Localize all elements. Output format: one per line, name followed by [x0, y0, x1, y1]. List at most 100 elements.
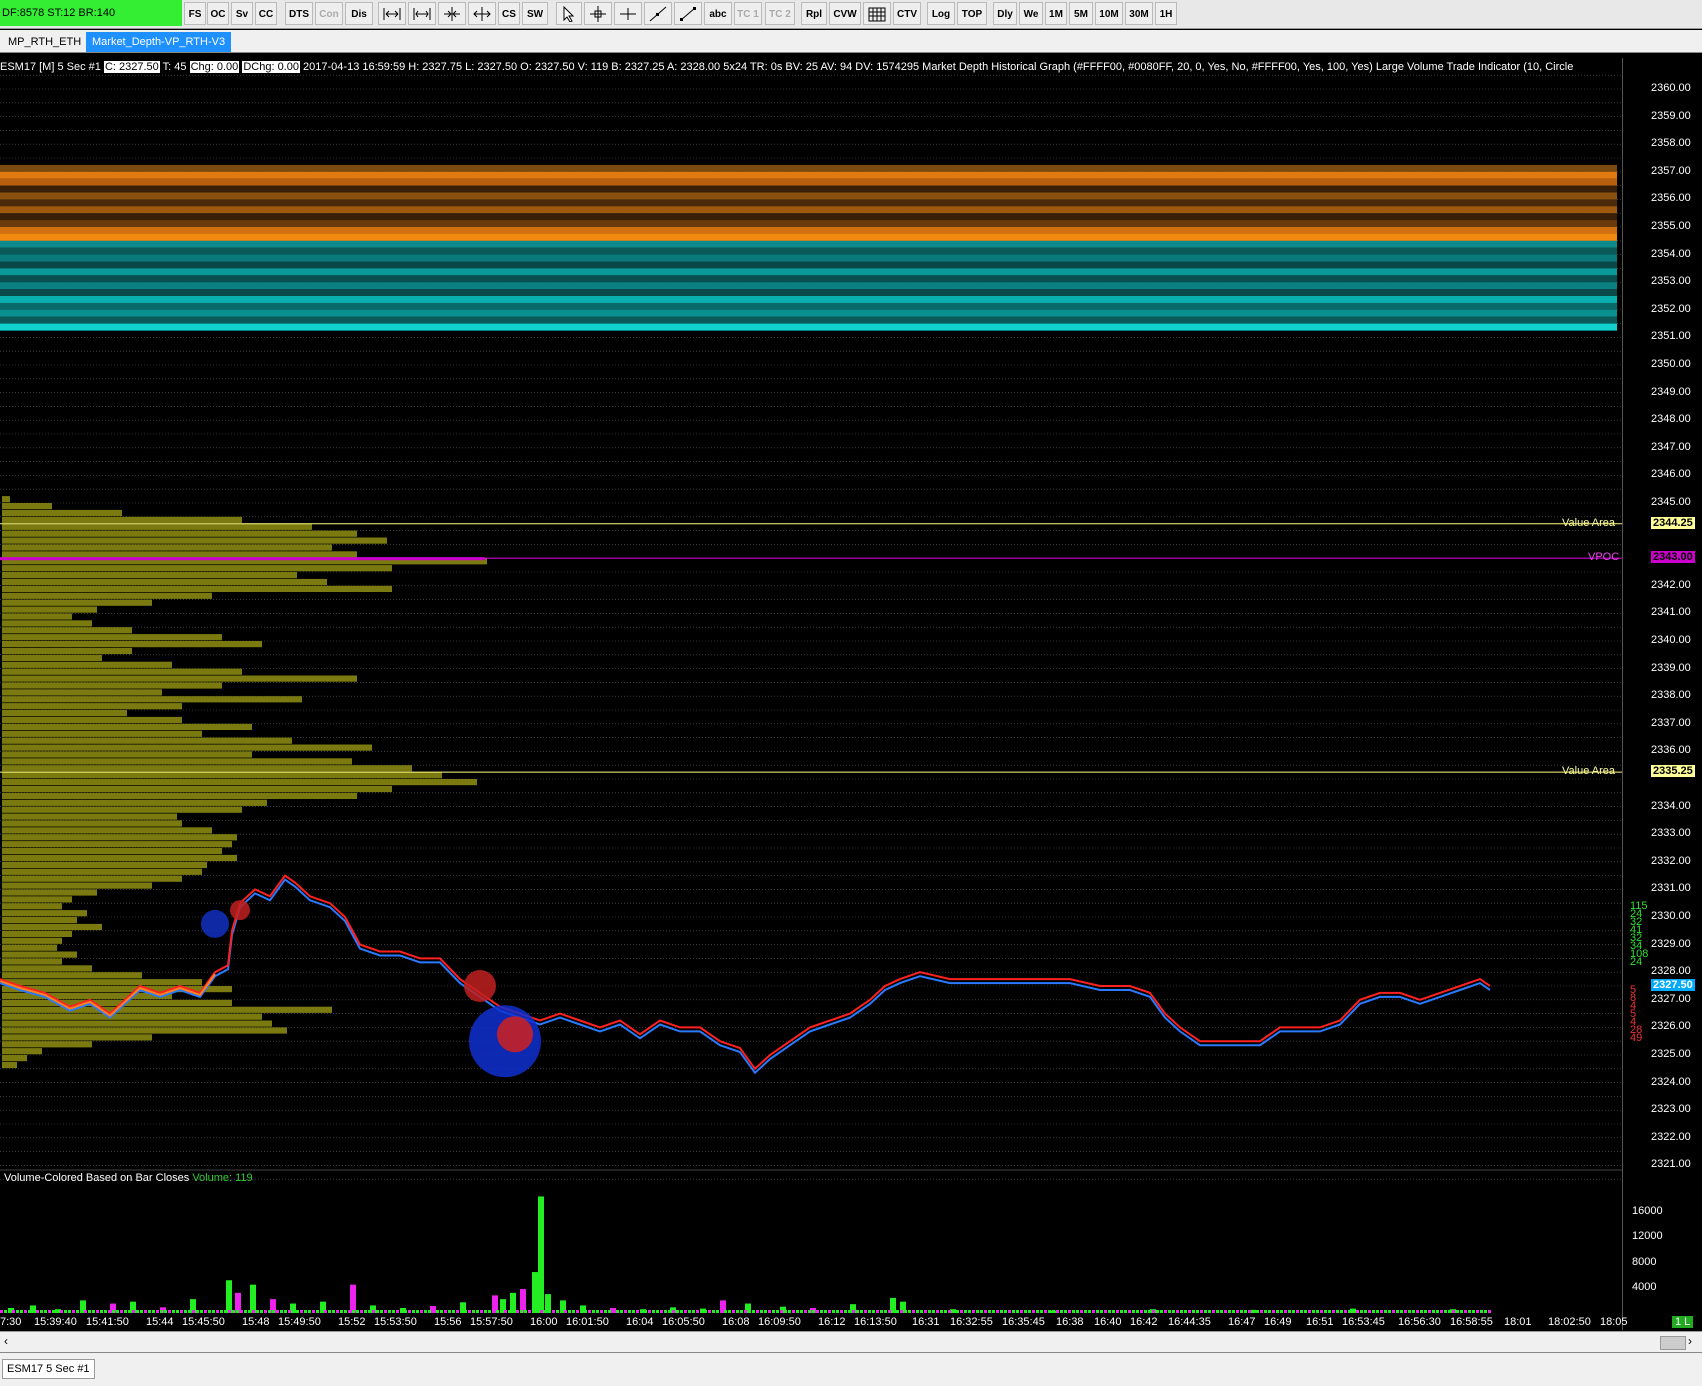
volume-bar	[1136, 1310, 1139, 1313]
volume-profile-bar	[2, 848, 222, 855]
volume-bar	[796, 1310, 799, 1313]
volume-bar	[724, 1310, 727, 1313]
daily-button[interactable]: Dly	[993, 2, 1017, 25]
crosshair-icon[interactable]	[584, 2, 612, 25]
depth-heat-band	[0, 220, 1617, 228]
volume-bar	[952, 1310, 955, 1313]
volume-bar	[88, 1310, 91, 1313]
30m-button[interactable]: 30M	[1125, 2, 1153, 25]
volume-bar	[538, 1196, 544, 1313]
volume-bar	[456, 1310, 459, 1313]
tab-esm17-chart[interactable]: ESM17 5 Sec #1	[2, 1359, 95, 1379]
volume-profile-bar	[2, 937, 62, 944]
1h-button[interactable]: 1H	[1155, 2, 1177, 25]
header-details: 2017-04-13 16:59:59 H: 2327.75 L: 2327.5…	[303, 61, 1574, 73]
pointer-icon[interactable]	[556, 2, 582, 25]
volume-bar	[816, 1310, 819, 1313]
time-tick-label: 16:51	[1306, 1316, 1334, 1328]
tab-mp-rth-eth[interactable]: MP_RTH_ETH	[2, 32, 87, 52]
volume-bar	[812, 1310, 815, 1313]
sv-button[interactable]: Sv	[231, 2, 253, 25]
volume-bar	[1336, 1310, 1339, 1313]
volume-bar	[340, 1310, 343, 1313]
rpl-button[interactable]: Rpl	[801, 2, 827, 25]
volume-bar	[1464, 1310, 1467, 1313]
zoom-out-icon[interactable]	[378, 2, 406, 25]
volume-bar	[1244, 1310, 1247, 1313]
volume-bar	[352, 1310, 355, 1313]
oc-button[interactable]: OC	[207, 2, 229, 25]
10m-button[interactable]: 10M	[1095, 2, 1123, 25]
volume-bar	[136, 1310, 139, 1313]
scroll-left-icon[interactable]: ‹	[4, 1334, 8, 1348]
horizontal-scrollbar[interactable]: ‹ ›	[0, 1331, 1702, 1352]
line-icon[interactable]	[674, 2, 702, 25]
volume-bar	[380, 1310, 383, 1313]
volume-profile-bar	[2, 889, 97, 896]
weekly-button[interactable]: We	[1019, 2, 1043, 25]
zoom-in-icon[interactable]	[408, 2, 436, 25]
volume-bar	[504, 1310, 507, 1313]
dis-button[interactable]: Dis	[345, 2, 373, 25]
con-button[interactable]: Con	[315, 2, 343, 25]
scroll-right-icon[interactable]: ›	[1688, 1334, 1692, 1348]
volume-bar	[1064, 1310, 1067, 1313]
expand-icon[interactable]	[468, 2, 496, 25]
volume-bar	[1164, 1310, 1167, 1313]
volume-bar	[1276, 1310, 1279, 1313]
horizontal-line-icon[interactable]	[614, 2, 642, 25]
volume-bar	[1320, 1310, 1323, 1313]
sw-button[interactable]: SW	[522, 2, 548, 25]
tab-market-depth[interactable]: Market_Depth-VP_RTH-V3	[86, 32, 232, 52]
grid-icon[interactable]	[863, 2, 891, 25]
volume-bar	[576, 1310, 579, 1313]
volume-bar	[620, 1310, 623, 1313]
cs-button[interactable]: CS	[498, 2, 520, 25]
1m-button[interactable]: 1M	[1045, 2, 1067, 25]
tc2-button[interactable]: TC 2	[765, 2, 795, 25]
price-tick-label: 2334.00	[1651, 799, 1691, 812]
cvw-button[interactable]: CVW	[829, 2, 861, 25]
5m-button[interactable]: 5M	[1069, 2, 1093, 25]
text-tool-button[interactable]: abc	[704, 2, 732, 25]
volume-bar	[104, 1310, 107, 1313]
volume-bar	[24, 1310, 27, 1313]
time-tick-label: 16:08	[722, 1316, 750, 1328]
scroll-thumb[interactable]	[1660, 1336, 1686, 1350]
depth-heat-band	[0, 240, 1617, 248]
time-tick-label: 16:53:45	[1342, 1316, 1385, 1328]
volume-bar	[1228, 1310, 1231, 1313]
log-button[interactable]: Log	[927, 2, 955, 25]
depth-heat-band	[0, 199, 1617, 207]
volume-profile-bar	[2, 730, 202, 737]
fs-button[interactable]: FS	[184, 2, 206, 25]
compress-icon[interactable]	[438, 2, 466, 25]
price-axis[interactable]: 2360.00 2359.00 2358.00 2357.00 2356.00 2355.…	[1622, 58, 1702, 1330]
ray-icon[interactable]	[644, 2, 672, 25]
volume-bar	[250, 1284, 256, 1313]
volume-bar	[1072, 1310, 1075, 1313]
dts-button[interactable]: DTS	[285, 2, 313, 25]
volume-bar	[528, 1310, 531, 1313]
ctv-button[interactable]: CTV	[893, 2, 921, 25]
cc-button[interactable]: CC	[255, 2, 277, 25]
volume-profile-bar	[2, 923, 102, 931]
price-tick-label: 2337.00	[1651, 716, 1691, 729]
volume-bar	[1160, 1310, 1163, 1313]
volume-bar	[1448, 1310, 1451, 1313]
top-button[interactable]: TOP	[957, 2, 987, 25]
volume-bar	[1460, 1310, 1463, 1313]
volume-bar	[600, 1310, 603, 1313]
chart-area[interactable]	[0, 58, 1622, 1316]
time-axis[interactable]: 7:30 15:39:40 15:41:50 15:44 15:45:50 15:48 15…	[0, 1316, 1702, 1330]
price-tick-label: 2356.00	[1651, 192, 1691, 205]
time-tick-label: 16:35:45	[1002, 1316, 1045, 1328]
volume-bar	[1096, 1310, 1099, 1313]
volume-profile-bar	[2, 723, 252, 730]
volume-bar	[1412, 1310, 1415, 1313]
volume-profile-bar	[2, 875, 182, 882]
volume-profile-bar	[2, 772, 442, 779]
tc1-button[interactable]: TC 1	[734, 2, 762, 25]
volume-bar	[510, 1292, 516, 1313]
volume-bar	[448, 1310, 451, 1313]
